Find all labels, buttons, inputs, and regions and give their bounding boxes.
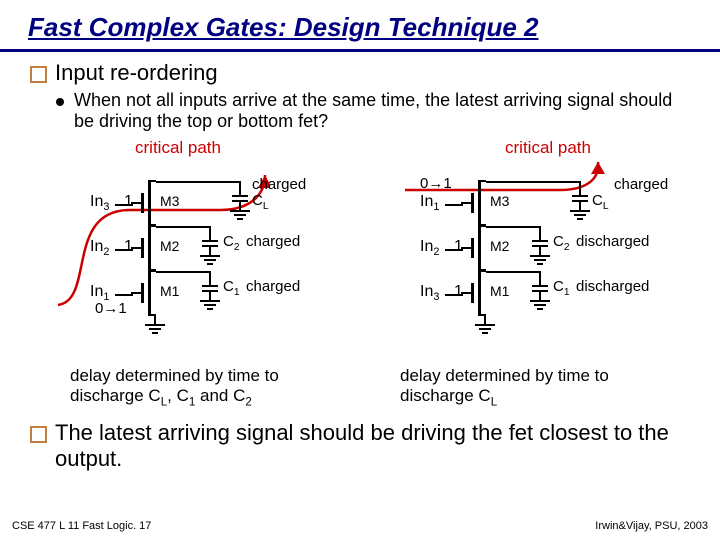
m1-label: M1 [490,283,509,299]
dot-bullet-icon [56,98,64,106]
in3-label: In3 [420,283,439,303]
slide-title: Fast Complex Gates: Design Technique 2 [0,0,720,52]
c1-state: discharged [576,278,649,295]
m2-label: M2 [490,238,509,254]
in2-label: In2 [90,238,109,258]
bullet2-text: When not all inputs arrive at the same t… [74,90,690,132]
cap-c1-icon [202,280,218,302]
right-caption: delay determined by time to discharge CL [400,366,609,408]
gnd-icon [530,255,550,267]
square-bullet-icon [30,426,47,443]
in1-value: 0→1 [95,300,127,317]
cl-label: CL [252,192,269,212]
cl-state: charged [252,176,306,193]
c1-state: charged [246,278,300,295]
left-caption: delay determined by time to discharge CL… [70,366,279,408]
bullet-level-1: Input re-ordering [30,60,690,86]
bullet-level-2: When not all inputs arrive at the same t… [56,90,690,132]
m3-label: M3 [160,193,179,209]
in1-label: In1 [420,193,439,213]
in1-value: 0→1 [420,175,452,192]
cap-c1-icon [532,280,548,302]
footer-right: Irwin&Vijay, PSU, 2003 [595,520,708,532]
square-bullet-icon [30,66,47,83]
in3-label: In3 [90,193,109,213]
gnd-icon [200,255,220,267]
conclusion-text: The latest arriving signal should be dri… [55,420,690,472]
cap-cl-icon [572,190,588,212]
c2-label: C2 [553,233,570,253]
c1-label: C1 [223,278,240,298]
cap-cl-icon [232,190,248,212]
m3-label: M3 [490,193,509,209]
c2-label: C2 [223,233,240,253]
c2-state: charged [246,233,300,250]
left-diagram: critical path In3 1 M3 CL charged In2 1 … [40,138,350,408]
diagram-row: critical path In3 1 M3 CL charged In2 1 … [30,138,690,408]
gnd-icon [570,210,590,222]
cap-c2-icon [202,235,218,257]
cap-c2-icon [532,235,548,257]
gnd-icon [230,210,250,222]
gnd-icon [530,300,550,312]
cl-label: CL [592,192,609,212]
c2-state: discharged [576,233,649,250]
gnd-icon [475,324,495,336]
gnd-icon [145,324,165,336]
m2-label: M2 [160,238,179,254]
content-area: Input re-ordering When not all inputs ar… [0,52,720,472]
gnd-icon [200,300,220,312]
m1-label: M1 [160,283,179,299]
conclusion-bullet: The latest arriving signal should be dri… [30,420,690,472]
footer-left: CSE 477 L 11 Fast Logic. 17 [12,520,151,532]
c1-label: C1 [553,278,570,298]
in2-label: In2 [420,238,439,258]
right-diagram: critical path 0→1 In1 M3 CL charged In2 … [370,138,680,408]
cl-state: charged [614,176,668,193]
bullet1-text: Input re-ordering [55,60,218,86]
